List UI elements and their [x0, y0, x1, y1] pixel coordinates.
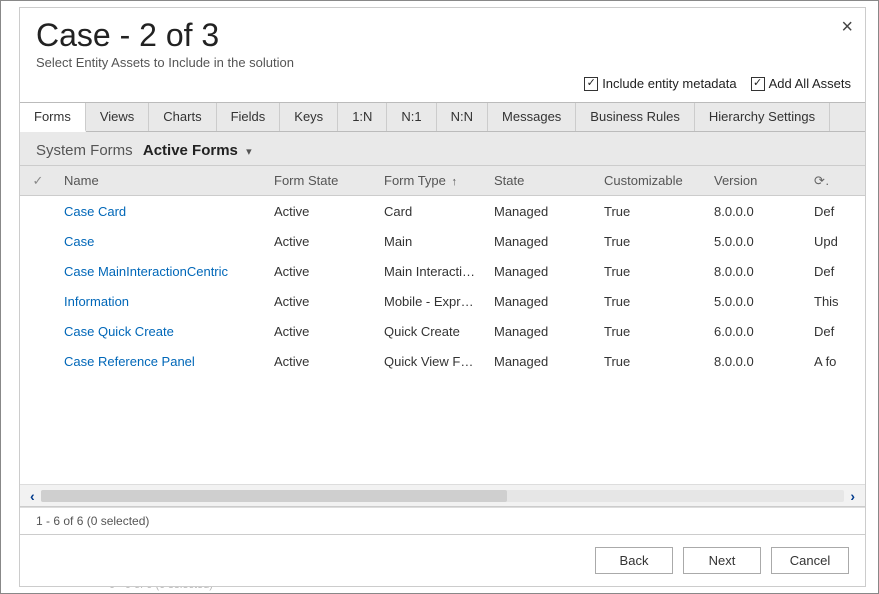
col-state[interactable]: State	[486, 173, 596, 188]
tab-views[interactable]: Views	[86, 103, 149, 131]
add-all-assets-checkbox[interactable]: ✓ Add All Assets	[751, 76, 851, 91]
cell-customizable: True	[596, 204, 706, 219]
cell-version: 8.0.0.0	[706, 354, 806, 369]
view-category-label: System Forms	[36, 142, 133, 159]
table-row[interactable]: Case Quick Create ActiveQuick CreateManag…	[20, 316, 865, 346]
forms-grid: ✓ Name Form State Form Type ↑ State Cust…	[20, 166, 865, 507]
cell-version: 8.0.0.0	[706, 264, 806, 279]
sort-asc-icon: ↑	[452, 176, 458, 188]
form-name-link[interactable]: Information	[64, 294, 129, 309]
cell-version: 8.0.0.0	[706, 204, 806, 219]
cell-form-state: Active	[266, 204, 376, 219]
table-row[interactable]: Case Card ActiveCardManagedTrue8.0.0.0Def	[20, 196, 865, 226]
cell-version: 6.0.0.0	[706, 324, 806, 339]
cell-version: 5.0.0.0	[706, 294, 806, 309]
col-customizable[interactable]: Customizable	[596, 173, 706, 188]
active-view-label: Active Forms	[143, 142, 238, 159]
table-row[interactable]: Case Reference Panel ActiveQuick View For…	[20, 346, 865, 376]
cell-form-type: Quick Create	[376, 324, 486, 339]
table-row[interactable]: Case ActiveMainManagedTrue5.0.0.0Upd	[20, 226, 865, 256]
next-button[interactable]: Next	[683, 547, 761, 574]
form-name-link[interactable]: Case Quick Create	[64, 324, 174, 339]
cell-description: Upd	[806, 234, 856, 249]
page-subtitle: Select Entity Assets to Include in the s…	[36, 55, 849, 70]
tab-n-1[interactable]: N:1	[387, 103, 436, 131]
grid-status-text: 1 - 6 of 6 (0 selected)	[20, 507, 865, 535]
refresh-icon[interactable]: ⟳	[806, 173, 828, 189]
form-name-link[interactable]: Case Reference Panel	[64, 354, 195, 369]
grid-header-row: ✓ Name Form State Form Type ↑ State Cust…	[20, 166, 865, 196]
add-all-assets-label: Add All Assets	[769, 76, 851, 91]
table-row[interactable]: Case MainInteractionCentric ActiveMain In…	[20, 256, 865, 286]
tab-forms[interactable]: Forms	[20, 103, 86, 132]
tab-keys[interactable]: Keys	[280, 103, 338, 131]
col-version[interactable]: Version	[706, 173, 806, 188]
cell-customizable: True	[596, 294, 706, 309]
cell-form-type: Main Interaction...	[376, 264, 486, 279]
col-form-type-label: Form Type	[384, 173, 446, 188]
col-name[interactable]: Name	[56, 173, 266, 188]
tab-messages[interactable]: Messages	[488, 103, 576, 131]
cell-form-type: Mobile - Express	[376, 294, 486, 309]
cell-form-state: Active	[266, 264, 376, 279]
form-name-link[interactable]: Case Card	[64, 204, 126, 219]
include-metadata-checkbox[interactable]: ✓ Include entity metadata	[584, 76, 736, 91]
checkmark-icon: ✓	[584, 77, 598, 91]
cancel-button[interactable]: Cancel	[771, 547, 849, 574]
include-metadata-label: Include entity metadata	[602, 76, 736, 91]
col-form-type[interactable]: Form Type ↑	[376, 173, 486, 188]
tab-n-n[interactable]: N:N	[437, 103, 488, 131]
cell-version: 5.0.0.0	[706, 234, 806, 249]
dialog-footer: Back Next Cancel	[20, 535, 865, 586]
scroll-right-icon[interactable]: ›	[850, 488, 855, 504]
chevron-down-icon: ▾	[246, 146, 252, 158]
checkmark-icon: ✓	[751, 77, 765, 91]
form-name-link[interactable]: Case MainInteractionCentric	[64, 264, 228, 279]
wizard-dialog: × Case - 2 of 3 Select Entity Assets to …	[19, 7, 866, 587]
page-title: Case - 2 of 3	[36, 18, 849, 53]
cell-form-state: Active	[266, 354, 376, 369]
cell-state: Managed	[486, 204, 596, 219]
grid-body: Case CardActiveCardManagedTrue8.0.0.0Def…	[20, 196, 865, 484]
back-button[interactable]: Back	[595, 547, 673, 574]
header-checkboxes: ✓ Include entity metadata ✓ Add All Asse…	[584, 76, 851, 91]
col-form-state[interactable]: Form State	[266, 173, 376, 188]
cell-state: Managed	[486, 354, 596, 369]
cell-form-type: Card	[376, 204, 486, 219]
scroll-track[interactable]	[41, 490, 845, 502]
scroll-thumb[interactable]	[41, 490, 507, 502]
tab-hierarchy-settings[interactable]: Hierarchy Settings	[695, 103, 830, 131]
tab-charts[interactable]: Charts	[149, 103, 216, 131]
cell-description: A fo	[806, 354, 856, 369]
view-selector[interactable]: System Forms Active Forms ▾	[20, 132, 865, 166]
cell-description: Def	[806, 264, 856, 279]
cell-state: Managed	[486, 294, 596, 309]
cell-state: Managed	[486, 234, 596, 249]
cell-customizable: True	[596, 264, 706, 279]
table-row[interactable]: Information ActiveMobile - ExpressManaged…	[20, 286, 865, 316]
select-all-checkbox[interactable]: ✓	[20, 173, 56, 189]
scroll-left-icon[interactable]: ‹	[30, 488, 35, 504]
cell-description: This	[806, 294, 856, 309]
cell-state: Managed	[486, 264, 596, 279]
cell-description: Def	[806, 204, 856, 219]
cell-customizable: True	[596, 234, 706, 249]
cell-description: Def	[806, 324, 856, 339]
entity-assets-tabs: FormsViewsChartsFieldsKeys1:NN:1N:NMessa…	[20, 102, 865, 132]
tab-1-n[interactable]: 1:N	[338, 103, 387, 131]
tab-fields[interactable]: Fields	[217, 103, 281, 131]
cell-customizable: True	[596, 324, 706, 339]
cell-form-state: Active	[266, 324, 376, 339]
form-name-link[interactable]: Case	[64, 234, 94, 249]
close-icon[interactable]: ×	[841, 16, 853, 39]
tab-business-rules[interactable]: Business Rules	[576, 103, 695, 131]
cell-customizable: True	[596, 354, 706, 369]
cell-form-type: Quick View Form	[376, 354, 486, 369]
cell-state: Managed	[486, 324, 596, 339]
dialog-header: Case - 2 of 3 Select Entity Assets to In…	[20, 8, 865, 76]
horizontal-scrollbar: ‹ ›	[20, 484, 865, 506]
cell-form-type: Main	[376, 234, 486, 249]
cell-form-state: Active	[266, 234, 376, 249]
cell-form-state: Active	[266, 294, 376, 309]
